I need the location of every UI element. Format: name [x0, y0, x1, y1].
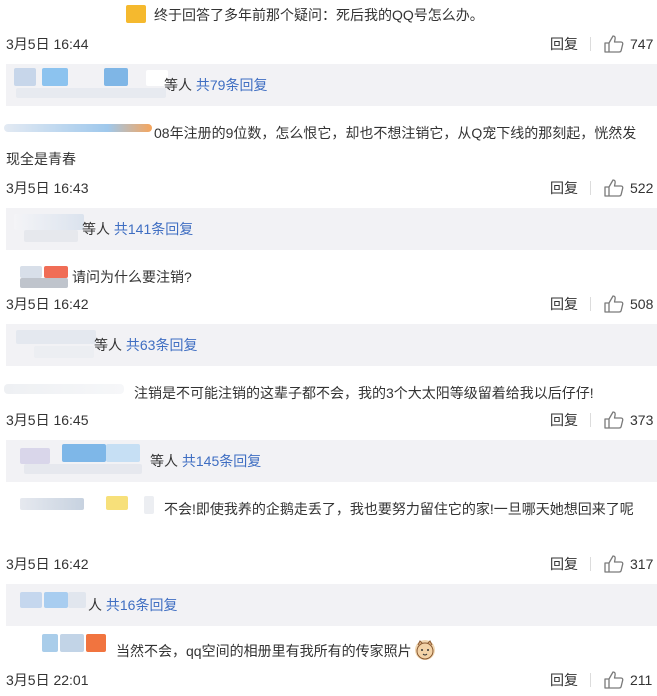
reply-users-suffix: 等人: [164, 77, 192, 93]
view-replies-link[interactable]: 共16条回复: [106, 597, 178, 613]
reply-button[interactable]: 回复: [550, 408, 578, 432]
reply-summary: 等人 共63条回复: [6, 324, 657, 366]
view-replies-link[interactable]: 共79条回复: [196, 77, 268, 93]
divider: [590, 297, 591, 311]
reply-button[interactable]: 回复: [550, 668, 578, 692]
reply-button[interactable]: 回复: [550, 292, 578, 316]
thumbs-up-icon: [604, 35, 624, 53]
reply-users-suffix: 等人: [150, 453, 178, 469]
reply-button[interactable]: 回复: [550, 32, 578, 56]
avatar-blurred: [20, 266, 42, 278]
comment-3: 请问为什么要注销? 3月5日 16:42 回复 508: [0, 260, 657, 324]
thumbs-up-icon: [604, 295, 624, 313]
thumbs-up-icon: [604, 411, 624, 429]
comment-text: 08年注册的9位数，怎么恨它，却也不想注销它，从Q宠下线的那刻起，恍然发现全是青…: [6, 125, 637, 167]
avatar-blurred: [126, 5, 146, 23]
avatar-blurred: [42, 634, 58, 652]
thumbs-up-icon: [604, 179, 624, 197]
cat-face-emoji: [415, 640, 436, 660]
reply-summary: 等人 共145条回复: [6, 440, 657, 482]
like-count: 522: [630, 180, 654, 196]
comment-text: 当然不会，qq空间的相册里有我所有的传家照片: [116, 640, 436, 662]
like-count: 211: [630, 672, 653, 688]
reply-summary: 等人 共141条回复: [6, 208, 657, 250]
comment-text: 终于回答了多年前那个疑问：死后我的QQ号怎么办。: [154, 7, 484, 23]
comment-text: 注销是不可能注销的这辈子都不会，我的3个大太阳等级留着给我以后仔仔!: [134, 385, 594, 401]
comment-text: 不会!即使我养的企鹅走丢了，我也要努力留住它的家!一旦哪天她想回来了呢: [164, 501, 634, 517]
like-count: 508: [630, 296, 654, 312]
comment-5: 不会!即使我养的企鹅走丢了，我也要努力留住它的家!一旦哪天她想回来了呢 3月5日…: [0, 492, 657, 584]
comment-date: 3月5日 16:44: [6, 36, 89, 52]
avatar-blurred: [4, 384, 124, 394]
comment-date: 3月5日 16:43: [6, 180, 89, 196]
like-count: 317: [630, 556, 654, 572]
thumbs-up-icon: [604, 555, 624, 573]
view-replies-link[interactable]: 共141条回复: [114, 221, 193, 237]
comment-date: 3月5日 22:01: [6, 672, 89, 688]
reply-button[interactable]: 回复: [550, 176, 578, 200]
like-count: 747: [630, 36, 654, 52]
comment-date: 3月5日 16:45: [6, 412, 89, 428]
view-replies-link[interactable]: 共145条回复: [182, 453, 261, 469]
reply-button[interactable]: 回复: [550, 552, 578, 576]
reply-users-suffix: 人: [88, 597, 102, 613]
comment-1: 终于回答了多年前那个疑问：死后我的QQ号怎么办。 3月5日 16:44 回复 7…: [0, 0, 657, 64]
divider: [590, 673, 591, 687]
thumbs-up-icon: [604, 671, 624, 689]
reply-summary: 人 共16条回复: [6, 584, 657, 626]
comment-text: 请问为什么要注销?: [72, 269, 192, 285]
comment-6: 当然不会，qq空间的相册里有我所有的传家照片 3月5日 22:01 回复 211: [0, 628, 657, 696]
reply-users-suffix: 等人: [82, 221, 110, 237]
comment-date: 3月5日 16:42: [6, 296, 89, 312]
reply-summary: 等人 共79条回复: [6, 64, 657, 106]
divider: [590, 557, 591, 571]
comment-4: 注销是不可能注销的这辈子都不会，我的3个大太阳等级留着给我以后仔仔! 3月5日 …: [0, 376, 657, 440]
view-replies-link[interactable]: 共63条回复: [126, 337, 198, 353]
like-count: 373: [630, 412, 654, 428]
divider: [590, 413, 591, 427]
comment-2: 08年注册的9位数，怎么恨它，却也不想注销它，从Q宠下线的那刻起，恍然发现全是青…: [0, 116, 657, 208]
divider: [590, 37, 591, 51]
comment-date: 3月5日 16:42: [6, 556, 89, 572]
reply-users-suffix: 等人: [94, 337, 122, 353]
divider: [590, 181, 591, 195]
